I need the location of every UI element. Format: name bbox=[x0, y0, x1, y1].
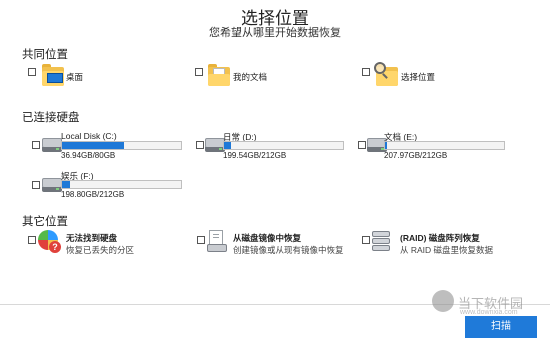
hard-drive-icon bbox=[42, 132, 62, 156]
disk-image-desc: 创建镜像或从现有镜像中恢复 bbox=[233, 245, 344, 255]
drive-f-size: 198.80GB/212GB bbox=[61, 190, 125, 199]
watermark-logo-icon bbox=[432, 290, 454, 312]
drive-d-checkbox[interactable] bbox=[196, 141, 204, 149]
lost-partition-checkbox[interactable] bbox=[28, 236, 36, 244]
documents-checkbox[interactable] bbox=[195, 68, 203, 76]
drive-e-usage-bar bbox=[384, 141, 505, 150]
watermark-url: www.downxia.com bbox=[460, 309, 518, 316]
drive-f-usage-fill bbox=[62, 181, 71, 188]
drive-e-usage-fill bbox=[385, 142, 388, 149]
desktop-checkbox[interactable] bbox=[28, 68, 36, 76]
drive-c-usage-fill bbox=[62, 142, 124, 149]
drive-c-size: 36.94GB/80GB bbox=[61, 151, 116, 160]
desktop-folder-icon bbox=[42, 64, 64, 86]
raid-icon bbox=[372, 231, 392, 253]
drive-c-checkbox[interactable] bbox=[32, 141, 40, 149]
hard-drive-icon bbox=[42, 172, 62, 196]
choose-location-checkbox[interactable] bbox=[362, 68, 370, 76]
drive-e-checkbox[interactable] bbox=[358, 141, 366, 149]
common-section-title: 共同位置 bbox=[22, 49, 68, 61]
raid-title: (RAID) 磁盘阵列恢复 bbox=[400, 233, 480, 243]
raid-checkbox[interactable] bbox=[362, 236, 370, 244]
drive-d-usage-fill bbox=[224, 142, 232, 149]
lost-partition-icon: ? bbox=[38, 230, 62, 254]
scan-button[interactable]: 扫描 bbox=[465, 316, 537, 338]
documents-label: 我的文档 bbox=[233, 72, 268, 82]
choose-location-label: 选择位置 bbox=[401, 72, 436, 82]
drives-section-title: 已连接硬盘 bbox=[22, 112, 80, 124]
lost-partition-title: 无法找到硬盘 bbox=[66, 233, 118, 243]
search-folder-icon bbox=[374, 62, 398, 86]
page-subtitle: 您希望从哪里开始数据恢复 bbox=[209, 27, 341, 39]
drive-f-checkbox[interactable] bbox=[32, 181, 40, 189]
desktop-label: 桌面 bbox=[66, 72, 84, 82]
raid-desc: 从 RAID 磁盘里恢复数据 bbox=[400, 245, 494, 255]
lost-partition-desc: 恢复已丢失的分区 bbox=[66, 245, 135, 255]
documents-folder-icon bbox=[208, 64, 230, 86]
drive-c-usage-bar bbox=[61, 141, 182, 150]
drive-d-usage-bar bbox=[223, 141, 344, 150]
other-section-title: 其它位置 bbox=[22, 216, 68, 228]
drive-e-size: 207.97GB/212GB bbox=[384, 151, 448, 160]
drive-f-usage-bar bbox=[61, 180, 182, 189]
hard-drive-icon bbox=[205, 132, 225, 156]
drive-c-name: Local Disk (C:) bbox=[61, 131, 117, 141]
disk-image-title: 从磁盘镜像中恢复 bbox=[233, 233, 302, 243]
drive-d-size: 199.54GB/212GB bbox=[223, 151, 287, 160]
disk-image-checkbox[interactable] bbox=[197, 236, 205, 244]
disk-image-icon bbox=[207, 230, 229, 254]
